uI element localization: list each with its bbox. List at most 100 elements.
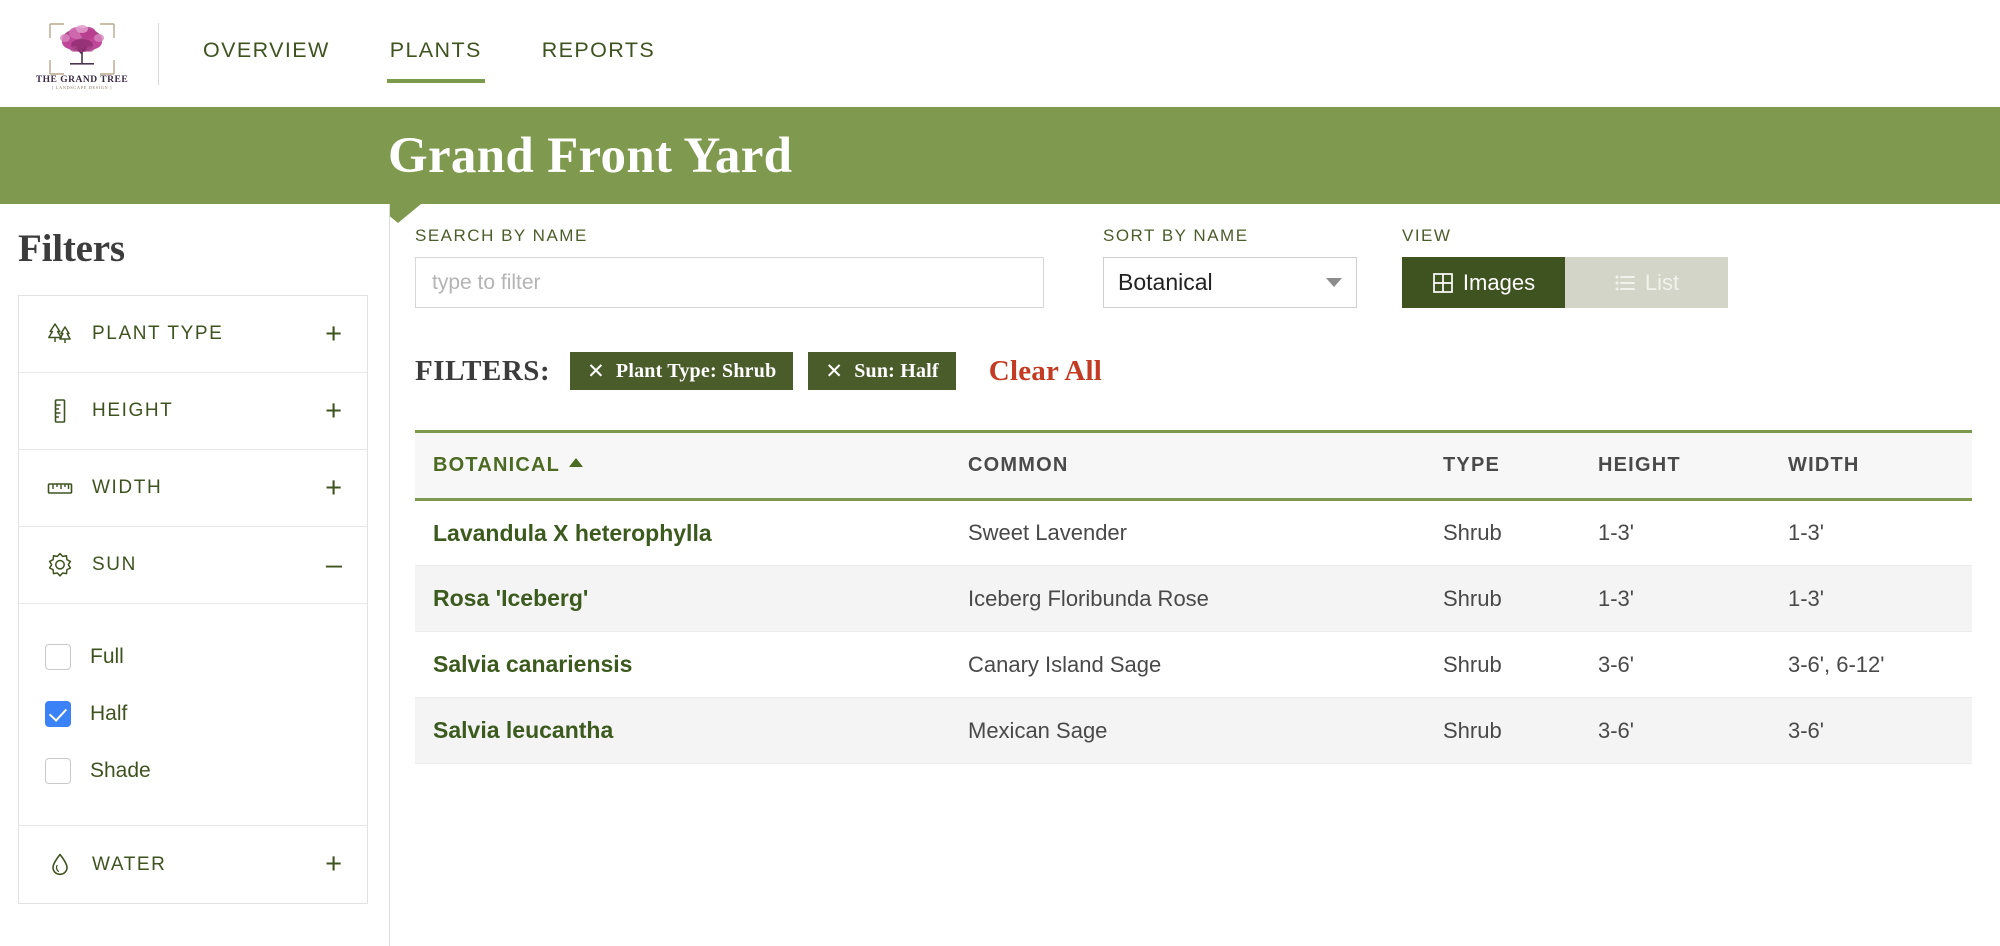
cell-height: 3-6'	[1598, 717, 1634, 743]
search-input[interactable]	[415, 257, 1044, 308]
nav-divider	[158, 22, 159, 85]
horizontal-ruler-icon	[45, 473, 75, 503]
body-container: Filters PLANT TYPE + HEIGHT + WIDTH + SU…	[0, 204, 2000, 946]
sort-group: SORT BY NAME Botanical	[1103, 226, 1357, 308]
search-group: SEARCH BY NAME	[415, 226, 1044, 308]
close-icon[interactable]: ✕	[587, 361, 605, 382]
checkbox-full[interactable]	[45, 643, 71, 670]
trees-icon	[45, 319, 75, 349]
filter-group-width[interactable]: WIDTH +	[19, 450, 367, 527]
svg-text:THE GRAND TREE: THE GRAND TREE	[36, 75, 128, 85]
view-button-images[interactable]: Images	[1402, 257, 1565, 308]
expand-toggle-width[interactable]: +	[325, 473, 345, 503]
view-group: VIEW Images List	[1402, 226, 1728, 308]
plants-table-wrapper: BOTANICAL COMMON TYPE HEIGHT WIDTH Lavan…	[415, 430, 1972, 764]
cell-width: 3-6', 6-12'	[1788, 651, 1885, 677]
filter-group-label: WIDTH	[92, 477, 163, 498]
sun-option-shade[interactable]: Shade	[19, 742, 367, 799]
chevron-down-icon	[1326, 278, 1342, 287]
column-header-height[interactable]: HEIGHT	[1580, 432, 1770, 500]
filter-group-label: WATER	[92, 853, 167, 875]
grid-icon	[1433, 272, 1453, 293]
filter-chip-plant-type[interactable]: ✕ Plant Type: Shrub	[570, 352, 794, 390]
table-header-row: BOTANICAL COMMON TYPE HEIGHT WIDTH	[415, 431, 1972, 500]
table-row[interactable]: Salvia leucantha Mexican Sage Shrub 3-6'…	[415, 697, 1972, 764]
filter-group-label: SUN	[92, 554, 137, 575]
sort-select[interactable]: Botanical	[1103, 257, 1357, 308]
cell-common: Mexican Sage	[968, 717, 1108, 743]
filter-chip-sun[interactable]: ✕ Sun: Half	[808, 352, 956, 390]
filter-groups-card: PLANT TYPE + HEIGHT + WIDTH + SUN – Full…	[18, 295, 368, 904]
filters-heading: Filters	[18, 227, 125, 270]
search-label: SEARCH BY NAME	[415, 226, 588, 245]
column-header-botanical[interactable]: BOTANICAL	[415, 432, 950, 500]
filter-group-sun[interactable]: SUN –	[19, 527, 367, 604]
column-header-label: BOTANICAL	[433, 454, 561, 476]
table-row[interactable]: Salvia canariensis Canary Island Sage Sh…	[415, 632, 1972, 698]
cell-type: Shrub	[1443, 651, 1502, 677]
filters-sidebar: Filters PLANT TYPE + HEIGHT + WIDTH + SU…	[0, 204, 390, 946]
cell-height: 1-3'	[1598, 585, 1634, 611]
brand-logo[interactable]: THE GRAND TREE [ LANDSCAPE DESIGN ]	[22, 18, 142, 90]
view-toggle: Images List	[1402, 257, 1728, 308]
expand-toggle-plant-type[interactable]: +	[325, 319, 345, 349]
checkbox-shade[interactable]	[45, 757, 71, 784]
sun-option-label: Full	[90, 644, 124, 668]
page-banner: Grand Front Yard	[0, 107, 2000, 223]
nav-item-overview[interactable]: OVERVIEW	[203, 39, 330, 68]
column-header-type[interactable]: TYPE	[1425, 432, 1580, 500]
table-head: BOTANICAL COMMON TYPE HEIGHT WIDTH	[415, 431, 1972, 500]
cell-width: 1-3'	[1788, 585, 1824, 611]
sort-label: SORT BY NAME	[1103, 226, 1249, 245]
active-filters-row: FILTERS: ✕ Plant Type: Shrub ✕ Sun: Half…	[415, 352, 2000, 390]
sun-option-full[interactable]: Full	[19, 628, 367, 685]
filter-group-plant-type[interactable]: PLANT TYPE +	[19, 296, 367, 373]
sort-selected-value: Botanical	[1118, 269, 1213, 295]
clear-all-button[interactable]: Clear All	[989, 355, 1102, 388]
view-button-list[interactable]: List	[1565, 257, 1728, 308]
cell-width: 3-6'	[1788, 717, 1824, 743]
cell-height: 1-3'	[1598, 520, 1634, 545]
cell-common: Iceberg Floribunda Rose	[968, 585, 1209, 611]
column-header-width[interactable]: WIDTH	[1770, 432, 1972, 500]
filter-group-label: PLANT TYPE	[92, 323, 224, 344]
column-header-common[interactable]: COMMON	[950, 432, 1425, 500]
controls-row: SEARCH BY NAME SORT BY NAME Botanical VI…	[415, 226, 2000, 308]
cell-type: Shrub	[1443, 717, 1502, 743]
filter-group-water[interactable]: WATER +	[19, 826, 367, 903]
top-navigation-bar: THE GRAND TREE [ LANDSCAPE DESIGN ] OVER…	[0, 0, 2000, 107]
expand-toggle-water[interactable]: +	[325, 850, 345, 879]
view-button-label: Images	[1462, 269, 1536, 295]
cell-botanical: Lavandula X heterophylla	[433, 519, 712, 546]
active-filters-title: FILTERS:	[415, 354, 551, 387]
plants-table: BOTANICAL COMMON TYPE HEIGHT WIDTH Lavan…	[415, 430, 1972, 764]
list-icon	[1615, 275, 1635, 290]
expand-toggle-height[interactable]: +	[325, 396, 345, 426]
table-row[interactable]: Lavandula X heterophylla Sweet Lavender …	[415, 500, 1972, 566]
nav-item-plants[interactable]: PLANTS	[386, 39, 485, 83]
sun-filter-options: Full Half Shade	[19, 604, 367, 826]
svg-text:[ LANDSCAPE DESIGN ]: [ LANDSCAPE DESIGN ]	[52, 85, 112, 90]
nav-item-reports[interactable]: REPORTS	[542, 39, 655, 68]
cell-botanical: Rosa 'Iceberg'	[433, 585, 589, 611]
checkbox-half[interactable]	[45, 700, 71, 727]
sun-icon	[45, 550, 75, 580]
table-body: Lavandula X heterophylla Sweet Lavender …	[415, 500, 1972, 764]
collapse-toggle-sun[interactable]: –	[326, 550, 345, 580]
cell-type: Shrub	[1443, 585, 1502, 611]
sun-option-half[interactable]: Half	[19, 685, 367, 742]
vertical-ruler-icon	[45, 396, 75, 426]
filter-group-label: HEIGHT	[92, 400, 174, 421]
filter-group-height[interactable]: HEIGHT +	[19, 373, 367, 450]
sort-ascending-icon	[569, 458, 584, 467]
cell-botanical: Salvia leucantha	[433, 717, 614, 743]
main-content: SEARCH BY NAME SORT BY NAME Botanical VI…	[390, 204, 2000, 946]
nav-links: OVERVIEW PLANTS REPORTS	[203, 0, 715, 107]
tree-logo-icon: THE GRAND TREE [ LANDSCAPE DESIGN ]	[36, 22, 128, 90]
water-drop-icon	[45, 850, 75, 880]
table-row[interactable]: Rosa 'Iceberg' Iceberg Floribunda Rose S…	[415, 565, 1972, 632]
cell-botanical: Salvia canariensis	[433, 651, 633, 677]
view-label: VIEW	[1402, 226, 1452, 245]
page-title: Grand Front Yard	[388, 127, 793, 184]
close-icon[interactable]: ✕	[825, 361, 843, 382]
